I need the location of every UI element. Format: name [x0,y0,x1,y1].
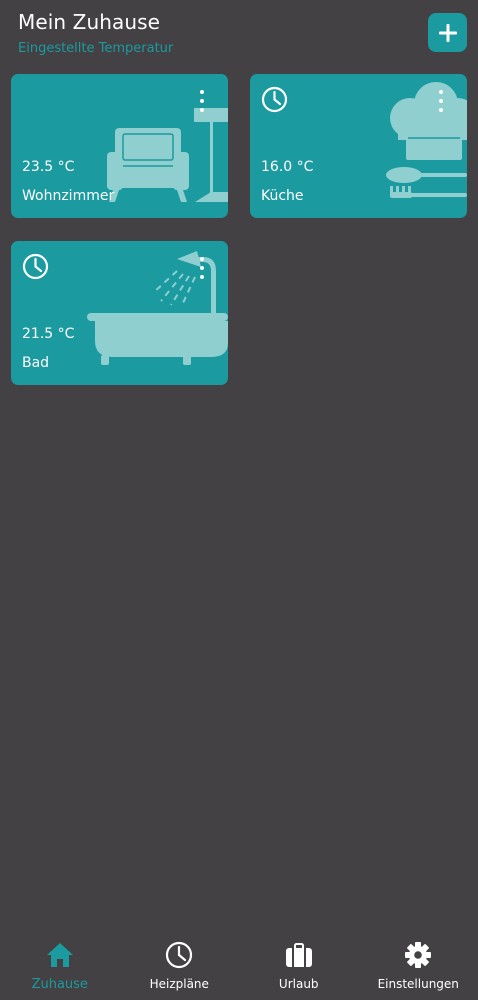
room-temperature: 23.5 °C [22,159,75,175]
room-menu-button[interactable] [433,90,449,112]
dot [200,275,204,279]
nav-label: Einstellungen [377,977,459,991]
dot [439,108,443,112]
suitcase-icon [285,941,313,969]
plus-icon [438,23,457,42]
nav-item-heizplaene[interactable]: Heizpläne [120,930,240,1000]
nav-label: Heizpläne [149,977,209,991]
nav-label: Urlaub [278,977,319,991]
dot [200,266,204,270]
schedule-clock-icon [22,253,49,280]
dot [200,257,204,261]
nav-item-urlaub[interactable]: Urlaub [239,930,359,1000]
room-menu-button[interactable] [194,90,210,112]
page-subtitle: Eingestellte Temperatur [18,41,174,56]
page-title: Mein Zuhause [18,10,161,34]
room-temperature: 21.5 °C [22,326,75,342]
schedule-clock-icon [261,86,288,113]
gear-icon [404,941,432,969]
room-temperature: 16.0 °C [261,159,314,175]
dot [200,90,204,94]
dot [439,90,443,94]
nav-item-einstellungen[interactable]: Einstellungen [359,930,478,1000]
home-icon [46,941,74,969]
dot [439,99,443,103]
clock-icon [165,941,193,969]
room-name: Bad [22,355,50,371]
dot [200,108,204,112]
room-menu-button[interactable] [194,257,210,279]
bottom-navigation: Zuhause Heizpläne Urlaub Einstellungen [0,930,478,1000]
add-room-button[interactable] [428,13,467,52]
room-card-bad[interactable]: 21.5 °C Bad [11,241,228,385]
app-header: Mein Zuhause Eingestellte Temperatur [0,0,478,66]
dot [200,99,204,103]
room-name: Wohnzimmer [22,188,115,204]
room-card-wohnzimmer[interactable]: 23.5 °C Wohnzimmer [11,74,228,218]
nav-item-zuhause[interactable]: Zuhause [0,930,120,1000]
nav-label: Zuhause [31,977,88,992]
room-name: Küche [261,188,304,204]
room-card-kueche[interactable]: 16.0 °C Küche [250,74,467,218]
